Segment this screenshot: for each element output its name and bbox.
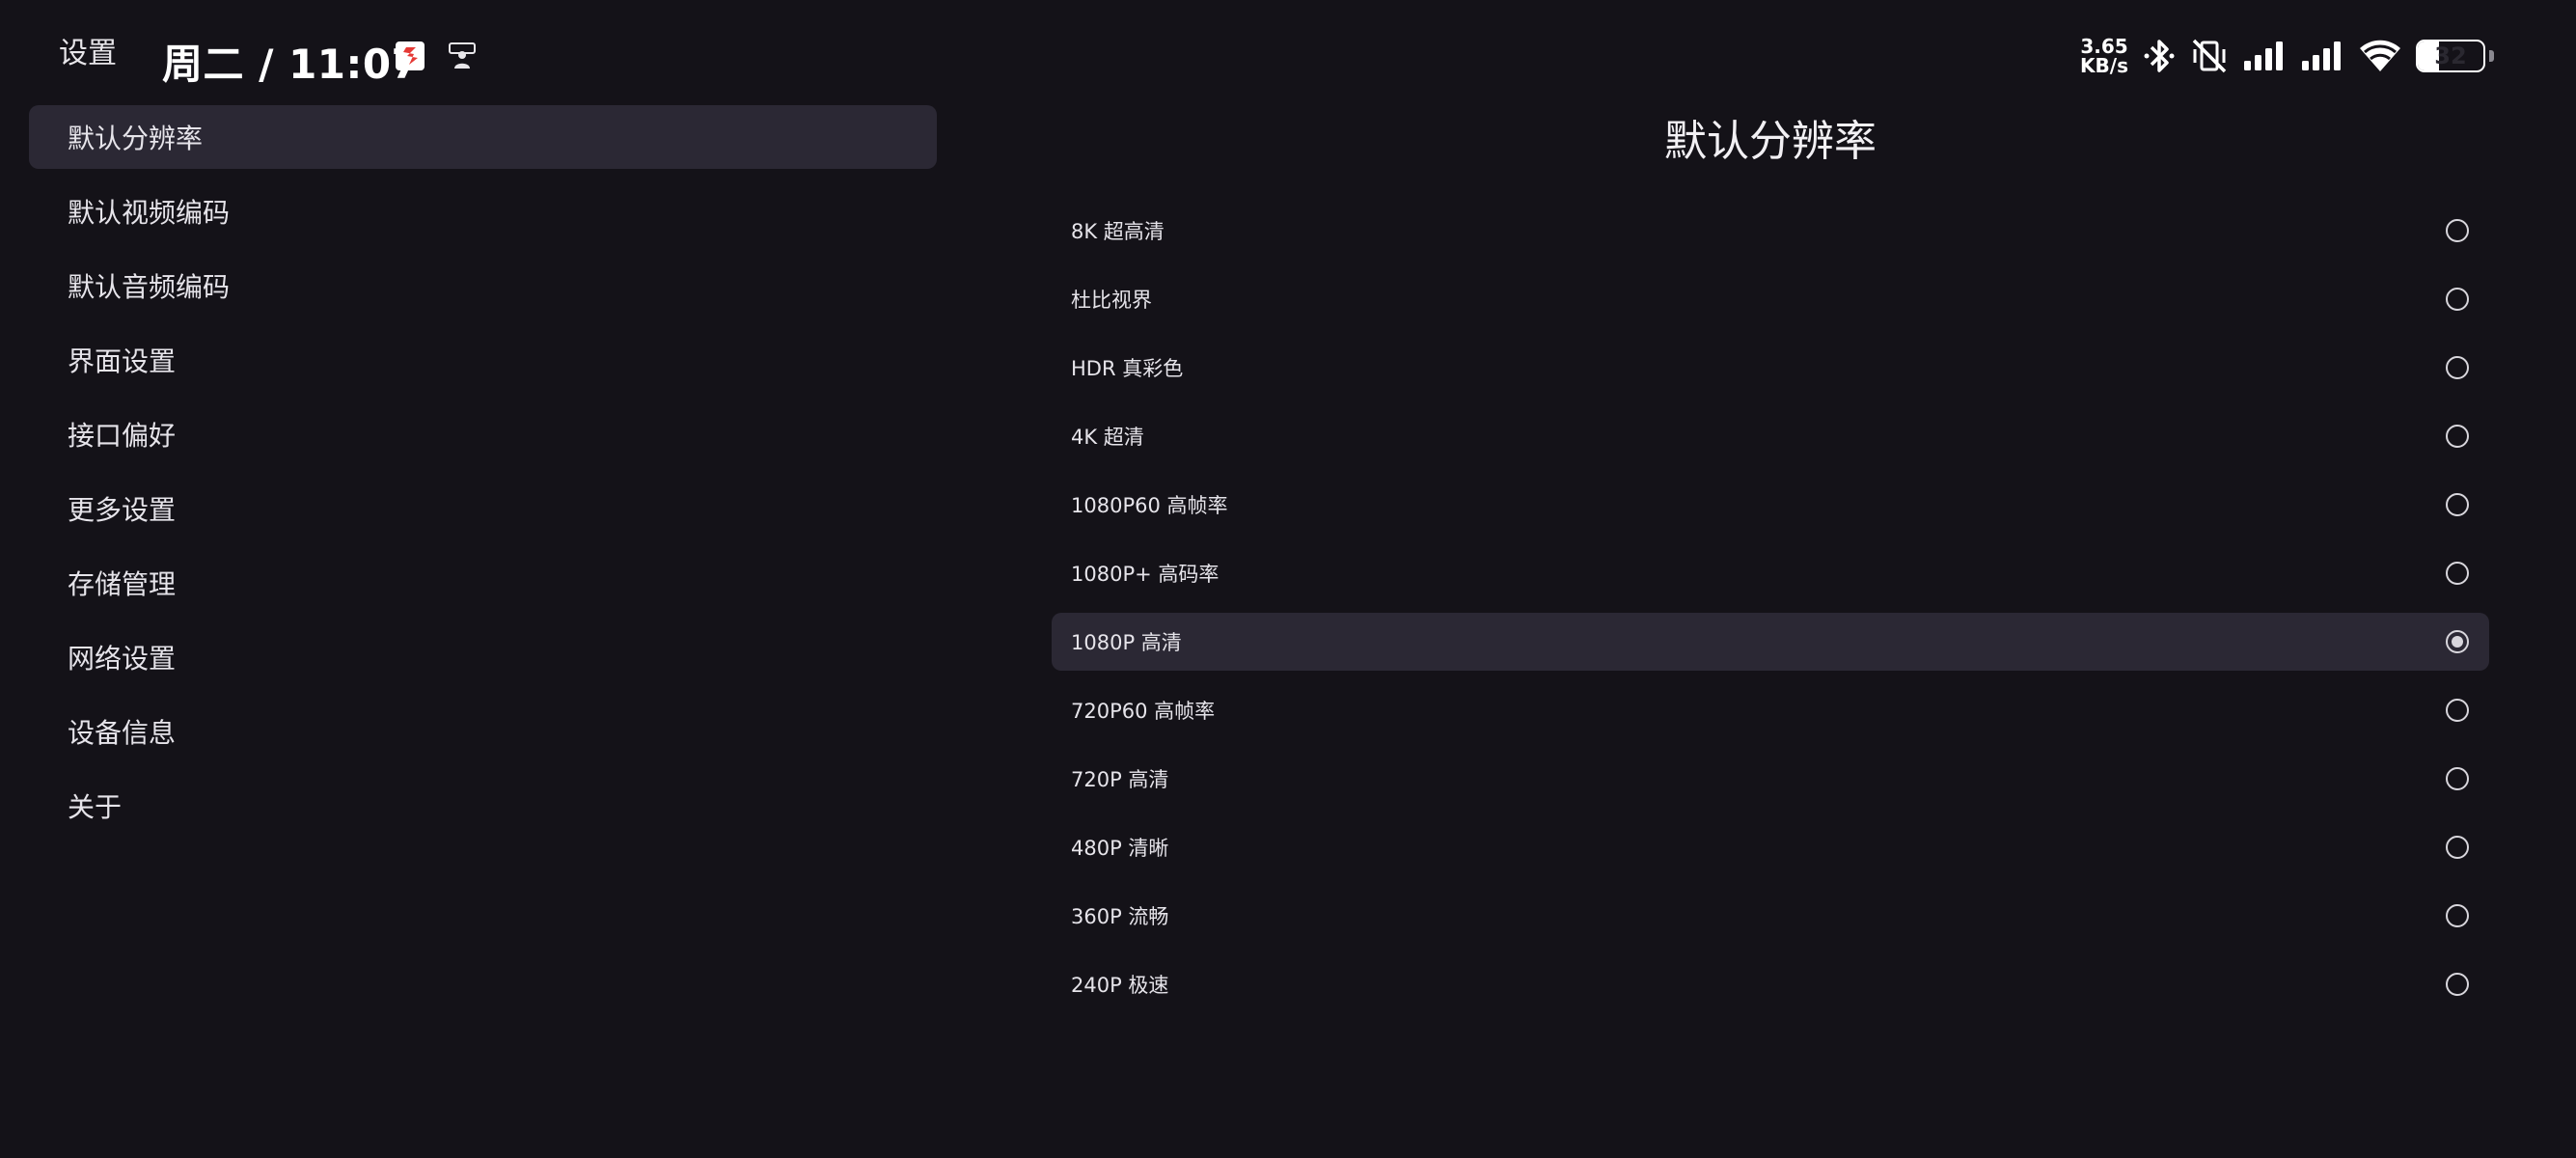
radio-button[interactable] <box>2446 699 2469 722</box>
radio-button[interactable] <box>2446 767 2469 790</box>
sidebar-item-network[interactable]: 网络设置 <box>29 625 937 689</box>
radio-button[interactable] <box>2446 425 2469 448</box>
sidebar-item-interface-settings[interactable]: 界面设置 <box>29 328 937 392</box>
radio-button[interactable] <box>2446 493 2469 516</box>
sidebar-item-default-audio-codec[interactable]: 默认音频编码 <box>29 254 937 317</box>
resolution-option[interactable]: 240P 极速 <box>1052 955 2489 1013</box>
bluetooth-icon <box>2144 40 2175 72</box>
network-speed-unit: KB/s <box>2080 54 2128 77</box>
resolution-option[interactable]: HDR 真彩色 <box>1052 339 2489 397</box>
resolution-option[interactable]: 1080P60 高帧率 <box>1052 476 2489 534</box>
option-label: 480P 清晰 <box>1071 837 1169 860</box>
radio-button[interactable] <box>2446 219 2469 242</box>
resolution-option[interactable]: 480P 清晰 <box>1052 818 2489 876</box>
network-speed-value: 3.65 <box>2080 35 2128 58</box>
resolution-options: 8K 超高清 杜比视界 HDR 真彩色 4K 超清 1080P60 高帧率 10… <box>1052 202 2489 1024</box>
sidebar-item-default-video-codec[interactable]: 默认视频编码 <box>29 179 937 243</box>
sidebar-item-storage[interactable]: 存储管理 <box>29 551 937 615</box>
signal-icon <box>2244 41 2283 70</box>
option-label: 1080P 高清 <box>1071 631 1182 654</box>
panel-title: 默认分辨率 <box>1664 117 1877 166</box>
app-s-icon <box>396 41 425 70</box>
radio-button[interactable] <box>2446 973 2469 996</box>
sidebar-item-device-info[interactable]: 设备信息 <box>29 700 937 763</box>
resolution-option[interactable]: 8K 超高清 <box>1052 202 2489 260</box>
option-label: 8K 超高清 <box>1071 220 1165 243</box>
settings-screen: 设置 周二 / 11:07 3.65 KB/s 32 默认分辨率 默认视频编码 … <box>0 0 2576 1158</box>
battery-tip <box>2489 50 2494 62</box>
radio-button[interactable] <box>2446 356 2469 379</box>
radio-button[interactable] <box>2446 836 2469 859</box>
user-badge-icon <box>449 42 476 69</box>
resolution-option[interactable]: 720P60 高帧率 <box>1052 681 2489 739</box>
resolution-option[interactable]: 4K 超清 <box>1052 407 2489 465</box>
battery-level: 32 <box>2434 42 2467 69</box>
option-label: 720P 高清 <box>1071 768 1169 791</box>
signal-icon <box>2302 41 2341 70</box>
option-label: 4K 超清 <box>1071 426 1144 449</box>
sidebar-item-about[interactable]: 关于 <box>29 774 937 838</box>
resolution-option[interactable]: 1080P+ 高码率 <box>1052 544 2489 602</box>
clock: 周二 / 11:07 <box>162 41 421 88</box>
sidebar-item-more-settings[interactable]: 更多设置 <box>29 477 937 540</box>
option-label: 360P 流畅 <box>1071 905 1169 928</box>
resolution-option[interactable]: 720P 高清 <box>1052 750 2489 808</box>
option-label: 1080P60 高帧率 <box>1071 494 1228 517</box>
battery-icon: 32 <box>2416 40 2485 72</box>
radio-button[interactable] <box>2446 288 2469 311</box>
option-label: 720P60 高帧率 <box>1071 700 1216 723</box>
option-label: 1080P+ 高码率 <box>1071 563 1219 586</box>
option-label: 杜比视界 <box>1071 289 1152 312</box>
option-label: 240P 极速 <box>1071 974 1169 997</box>
radio-button[interactable] <box>2446 630 2469 653</box>
sidebar-item-default-resolution[interactable]: 默认分辨率 <box>29 105 937 169</box>
system-status-icons: 3.65 KB/s 32 <box>2080 35 2494 77</box>
wifi-icon <box>2360 40 2400 71</box>
sidebar-item-api-preference[interactable]: 接口偏好 <box>29 402 937 466</box>
app-title: 设置 <box>59 37 117 70</box>
resolution-option[interactable]: 1080P 高清 <box>1052 613 2489 671</box>
radio-button[interactable] <box>2446 904 2469 927</box>
network-speed: 3.65 KB/s <box>2080 37 2128 75</box>
resolution-option[interactable]: 360P 流畅 <box>1052 887 2489 945</box>
settings-sidebar: 默认分辨率 默认视频编码 默认音频编码 界面设置 接口偏好 更多设置 存储管理 … <box>29 105 937 848</box>
resolution-option[interactable]: 杜比视界 <box>1052 270 2489 328</box>
vibrate-off-icon <box>2192 39 2227 73</box>
option-label: HDR 真彩色 <box>1071 357 1184 380</box>
radio-button[interactable] <box>2446 562 2469 585</box>
